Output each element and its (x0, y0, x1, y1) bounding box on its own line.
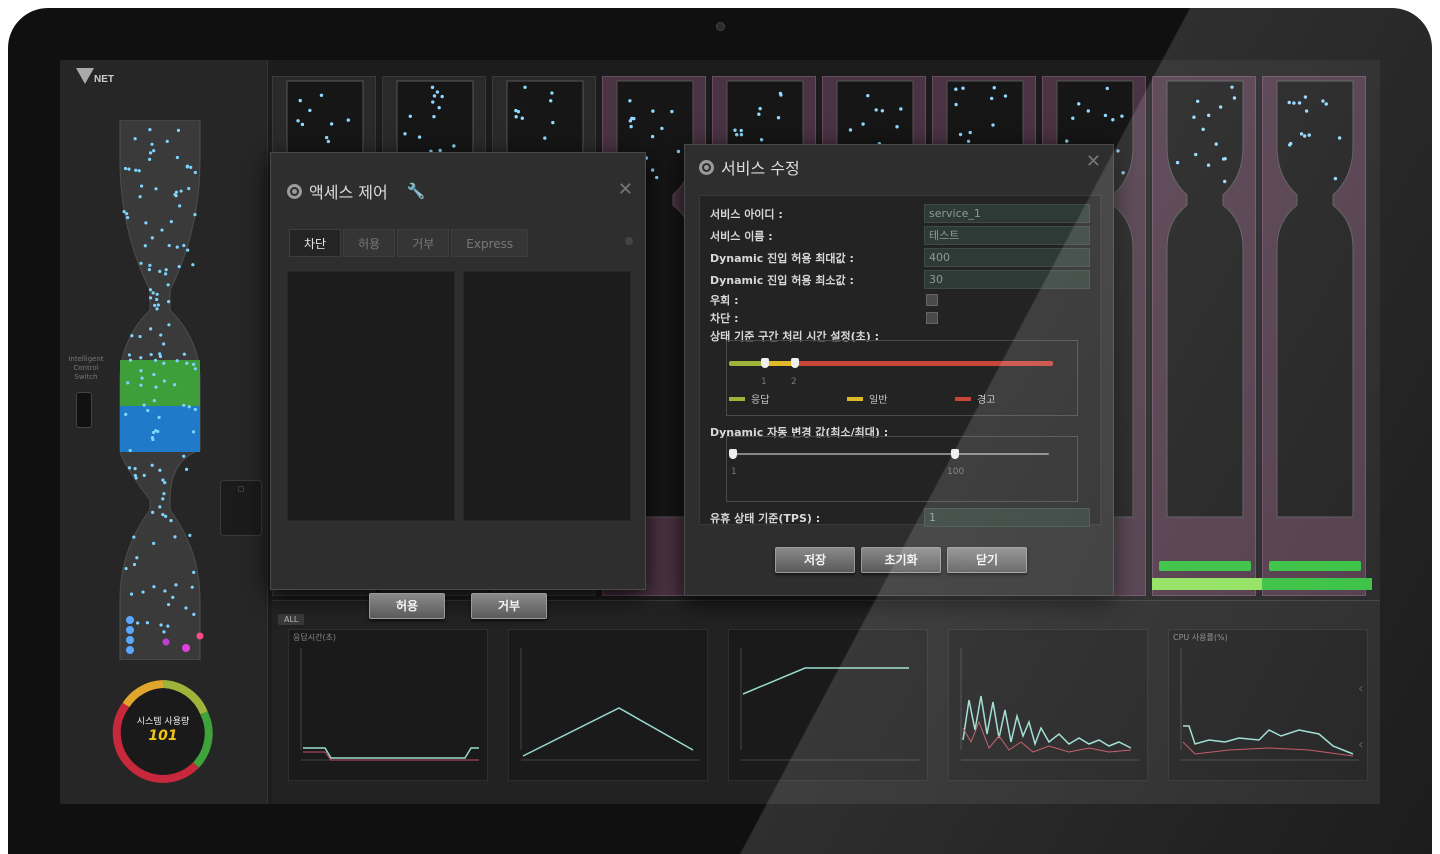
tab-block[interactable]: 차단 (289, 229, 342, 257)
bypass-checkbox[interactable] (926, 294, 938, 306)
reset-button[interactable]: 초기화 (861, 547, 941, 573)
control-switch[interactable] (76, 392, 92, 428)
dynamic-max-field[interactable]: 400 (924, 248, 1090, 267)
idle-tps-field[interactable]: 1 (924, 508, 1090, 527)
gear-icon (699, 159, 714, 175)
funnel-icon (76, 68, 94, 84)
tab-allow[interactable]: 허용 (343, 229, 396, 257)
close-icon[interactable]: ✕ (1086, 153, 1101, 171)
dialog-title: 서비스 수정 (699, 155, 800, 179)
legend-good: 응답 (751, 395, 770, 406)
threshold-knob-2[interactable] (791, 358, 799, 368)
bottom-charts: ALL 응답시간(초) CPU 사용률(%) ‹ ‹ (272, 600, 1380, 804)
legend-normal: 일반 (869, 395, 888, 406)
service-edit-dialog: 서비스 수정 ✕ 서비스 아이디 : service_1 서비스 이름 : 테스… (684, 144, 1114, 596)
bottom-tabs: ALL (278, 607, 308, 625)
left-panel: NET Intelligent Control Switch ▢ 시스템 사용량… (60, 60, 268, 804)
allow-button[interactable]: 허용 (369, 593, 445, 619)
legend-swatch-good (729, 397, 745, 401)
legend-swatch-normal (847, 397, 863, 401)
switch-label: Intelligent Control Switch (68, 355, 104, 381)
legend-swatch-warn (955, 397, 971, 401)
threshold-track-warn (797, 361, 1053, 366)
app-logo: NET (76, 68, 146, 98)
service-id-field[interactable]: service_1 (924, 204, 1090, 223)
dynamic-min-label: Dynamic 진입 허용 최소값 : (710, 274, 854, 287)
dynamic-range-track (733, 453, 1049, 455)
close-button[interactable]: 닫기 (947, 547, 1027, 573)
main-hourglass (119, 120, 204, 660)
dynamic-max-knob[interactable] (951, 449, 959, 459)
dynamic-min-knob[interactable] (729, 449, 737, 459)
threshold-tick: 2 (791, 377, 797, 387)
block-label: 차단 : (710, 312, 739, 325)
service-form: 서비스 아이디 : service_1 서비스 이름 : 테스트 Dynamic… (699, 195, 1101, 527)
threshold-track-good (729, 361, 765, 366)
dynamic-max-label: Dynamic 진입 허용 최대값 : (710, 252, 854, 265)
mini-chart-2 (508, 629, 708, 781)
service-id-label: 서비스 아이디 : (710, 208, 783, 221)
wrench-icon[interactable]: 🔧 (407, 182, 426, 200)
chevron-left-icon[interactable]: ‹ (1358, 681, 1364, 697)
dynamic-range-group: 1 100 (726, 436, 1078, 502)
threshold-knob-1[interactable] (761, 358, 769, 368)
dynamic-tick: 100 (947, 467, 965, 477)
threshold-tick: 1 (761, 377, 767, 387)
idle-tps-label: 유휴 상태 기준(TPS) : (710, 512, 821, 525)
mini-chart-5: CPU 사용률(%) (1168, 629, 1368, 781)
service-column[interactable] (1262, 76, 1366, 596)
block-checkbox[interactable] (926, 312, 938, 324)
service-column[interactable] (1152, 76, 1256, 596)
gear-icon (287, 183, 302, 199)
save-button[interactable]: 저장 (775, 547, 855, 573)
gauge-label: 시스템 사용량 (136, 717, 190, 727)
status-dot (625, 237, 633, 245)
dialog-title: 액세스 제어 🔧 (287, 179, 425, 203)
tab-deny[interactable]: 거부 (397, 229, 450, 257)
dynamic-tick: 1 (731, 467, 737, 477)
bypass-label: 우회 : (710, 294, 739, 307)
left-list[interactable] (287, 271, 455, 521)
threshold-group: 1 2 응답 일반 경고 (726, 340, 1078, 416)
mini-chart-4 (948, 629, 1148, 781)
dialog-title-text: 서비스 수정 (721, 159, 800, 178)
mini-chart-1: 응답시간(초) (288, 629, 488, 781)
dynamic-min-field[interactable]: 30 (924, 270, 1090, 289)
access-tabs: 차단 허용 거부 Express (289, 229, 529, 257)
column-status-indicator (1269, 561, 1361, 571)
chevron-left-icon[interactable]: ‹ (1358, 737, 1364, 753)
right-list[interactable] (463, 271, 631, 521)
gauge-value: 101 (148, 728, 178, 744)
close-icon[interactable]: ✕ (618, 181, 633, 199)
secondary-switch[interactable]: ▢ (220, 480, 262, 536)
legend-warn: 경고 (977, 395, 996, 406)
service-name-label: 서비스 이름 : (710, 230, 773, 243)
tab-express[interactable]: Express (451, 229, 529, 257)
tab-all[interactable]: ALL (278, 614, 305, 625)
camera-icon (716, 22, 725, 31)
deny-button[interactable]: 거부 (471, 593, 547, 619)
access-control-dialog: 액세스 제어 🔧 ✕ 차단 허용 거부 Express 허용 거부 (270, 152, 646, 619)
logo-text: NET (94, 74, 114, 85)
service-name-field[interactable]: 테스트 (924, 226, 1090, 245)
mini-chart-3 (728, 629, 928, 781)
dialog-title-text: 액세스 제어 (309, 183, 388, 202)
column-status-indicator (1159, 561, 1251, 571)
